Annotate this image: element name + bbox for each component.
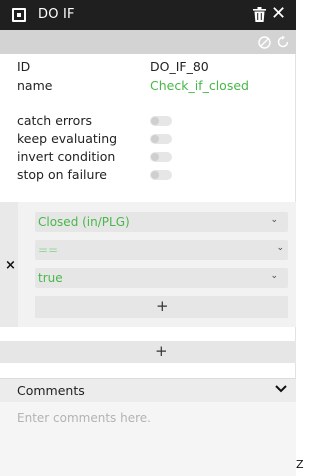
catch-errors-label: catch errors (17, 113, 92, 128)
disable-icon[interactable] (258, 36, 271, 49)
chevron-down-icon: ⌄ (270, 215, 278, 225)
plus-icon: + (155, 342, 168, 360)
corner-label: Z (296, 458, 304, 471)
right-operand-value: true (38, 271, 63, 285)
panel-toolbar (0, 30, 296, 54)
close-icon[interactable]: ✕ (271, 5, 286, 23)
stop-on-failure-label: stop on failure (17, 167, 107, 182)
catch-errors-toggle[interactable] (150, 116, 172, 126)
remove-condition-icon[interactable]: × (5, 258, 16, 273)
left-operand-select[interactable]: Closed (in/PLG) ⌄ (35, 212, 288, 232)
chevron-down-icon: ⌄ (276, 243, 284, 253)
name-label: name (17, 78, 53, 93)
id-value: DO_IF_80 (150, 59, 209, 74)
comments-input[interactable] (0, 402, 296, 476)
properties-panel: DO IF ✕ ID DO_IF_80 name Check_if_closed… (0, 0, 296, 476)
comments-title: Comments (17, 383, 85, 398)
operator-value: == (38, 243, 59, 257)
panel-title: DO IF (38, 7, 75, 22)
operator-select[interactable]: == ⌄ (35, 240, 288, 260)
chevron-down-icon[interactable] (275, 385, 287, 393)
invert-condition-toggle[interactable] (150, 152, 172, 162)
reset-icon[interactable] (276, 35, 290, 49)
id-label: ID (17, 59, 31, 74)
plus-icon: + (156, 297, 169, 315)
add-condition-button[interactable]: + (0, 341, 296, 363)
stop-on-failure-toggle[interactable] (150, 170, 172, 180)
block-icon (12, 8, 26, 22)
comments-header[interactable]: Comments (0, 378, 296, 402)
chevron-down-icon: ⌄ (270, 271, 278, 281)
keep-evaluating-toggle[interactable] (150, 134, 172, 144)
keep-evaluating-label: keep evaluating (17, 131, 118, 146)
invert-condition-label: invert condition (17, 149, 116, 164)
left-operand-value: Closed (in/PLG) (38, 215, 130, 229)
right-operand-select[interactable]: true ⌄ (35, 268, 288, 288)
name-value[interactable]: Check_if_closed (150, 78, 249, 93)
panel-titlebar: DO IF ✕ (0, 0, 296, 30)
add-operand-button[interactable]: + (35, 296, 288, 318)
trash-icon[interactable] (253, 7, 266, 22)
